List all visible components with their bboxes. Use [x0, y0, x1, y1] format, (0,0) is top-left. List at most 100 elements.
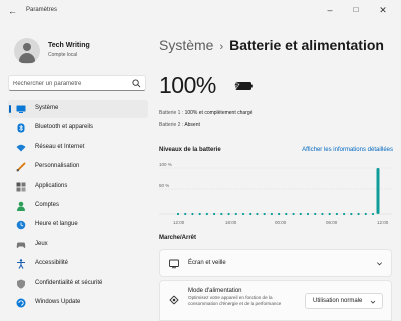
close-button[interactable]: ✕ [375, 3, 391, 17]
back-arrow-icon[interactable]: ← [8, 5, 20, 17]
avatar-head-icon [23, 43, 31, 51]
minimize-button[interactable]: – [322, 3, 338, 17]
search-icon[interactable] [132, 79, 141, 88]
accessibility-icon [17, 259, 25, 269]
chart-dot [335, 212, 338, 216]
battery-2-label: Batterie 2 : [159, 122, 184, 128]
avatar-body-icon [19, 53, 35, 63]
person-icon [17, 201, 25, 211]
sidebar-item-label: Windows Update [35, 298, 81, 305]
globe-clock-icon [16, 221, 26, 230]
chart-dot [328, 212, 331, 216]
bluetooth-icon [17, 123, 25, 133]
sidebar-item-bluetooth[interactable]: Bluetooth et appareils [8, 119, 148, 137]
sidebar-item-confidentialite[interactable]: Confidentialité et sécurité [8, 275, 148, 293]
x-tick-2: 00:00 [275, 220, 287, 225]
chart-dot [249, 212, 252, 216]
active-indicator [9, 105, 11, 113]
chart-dot [357, 212, 360, 216]
breadcrumb-separator: › [219, 41, 224, 53]
battery-2-value: Absent [184, 122, 200, 128]
chart-dot [270, 212, 273, 216]
power-mode-title: Mode d'alimentation [188, 288, 242, 294]
chart-dot [263, 212, 266, 216]
sidebar-item-label: Applications [35, 182, 68, 189]
sidebar-item-label: Heure et langue [35, 221, 78, 228]
chart-dot [314, 212, 317, 216]
sidebar-item-accessibilite[interactable]: Accessibilité [8, 255, 148, 273]
chart-dot [364, 212, 367, 216]
power-mode-select[interactable]: Utilisation normale [305, 293, 383, 309]
profile-name: Tech Writing [48, 42, 90, 49]
sidebar-item-systeme[interactable]: Système [8, 100, 148, 118]
sidebar-item-label: Système [35, 105, 59, 111]
y-tick-100: 100 % [159, 162, 172, 167]
user-profile[interactable]: Tech Writing Compte local [14, 38, 144, 68]
brush-icon [16, 162, 26, 172]
avatar [14, 38, 40, 64]
chart-dot [292, 212, 295, 216]
search-box[interactable] [8, 75, 146, 91]
x-tick-0: 12:00 [173, 220, 185, 225]
maximize-button[interactable]: □ [348, 3, 364, 17]
chart-dot [176, 212, 180, 216]
sidebar-item-label: Personnalisation [35, 163, 80, 170]
chart-dot [306, 212, 310, 216]
apps-icon [16, 182, 26, 192]
chart-dot [285, 212, 288, 216]
x-tick-1: 18:00 [225, 220, 237, 225]
chart-dot [184, 212, 187, 216]
shield-icon [17, 279, 25, 289]
settings-window: ← Paramètres – □ ✕ Tech Writing Compte l… [0, 0, 401, 321]
sidebar-item-personnalisation[interactable]: Personnalisation [8, 158, 148, 176]
monitor-sleep-icon [169, 259, 179, 269]
search-input[interactable] [13, 78, 128, 89]
sidebar-item-label: Réseau et Internet [35, 143, 85, 150]
profile-account-type: Compte local [48, 52, 78, 58]
power-mode-icon [169, 295, 179, 305]
sidebar-item-windows-update[interactable]: Windows Update [8, 294, 148, 312]
chart-dot [191, 212, 194, 216]
sidebar-item-label: Accessibilité [35, 260, 69, 267]
sidebar-item-applications[interactable]: Applications [8, 178, 148, 196]
screen-sleep-label: Écran et veille [188, 260, 226, 266]
chart-dot [241, 212, 245, 216]
sidebar-item-comptes[interactable]: Comptes [8, 197, 148, 215]
chart-dot [198, 212, 201, 216]
sidebar-item-jeux[interactable]: Jeux [8, 236, 148, 254]
battery-2-status: Batterie 2 : Absent [159, 122, 200, 128]
chart-dot [278, 212, 281, 216]
power-section-title: Marche/Arrêt [159, 235, 197, 241]
final-level-bar [376, 168, 380, 214]
battery-level-chart: 100 % 50 % 12:00 18:00 00:00 06:00 12:00 [159, 162, 392, 225]
sidebar-item-reseau[interactable]: Réseau et Internet [8, 139, 148, 157]
chart-dot [321, 212, 324, 216]
sidebar-nav: Système Bluetooth et appareils Réseau et… [8, 100, 148, 313]
detailed-info-link[interactable]: Afficher les informations détaillées [302, 147, 393, 153]
monitor-icon [16, 105, 26, 113]
battery-1-value: 100% et complètement chargé [184, 110, 253, 116]
chart-dot [213, 212, 216, 216]
x-tick-4: 12:00 [377, 220, 389, 225]
window-title: Paramètres [26, 7, 58, 13]
x-tick-3: 06:00 [326, 220, 338, 225]
breadcrumb-parent[interactable]: Système [159, 37, 213, 53]
screen-sleep-card[interactable]: Écran et veille [159, 249, 392, 277]
battery-percentage: 100% [159, 72, 216, 98]
battery-charging-icon [233, 80, 253, 91]
chart-dot [256, 212, 259, 216]
power-mode-description: Optimisez votre appareil en fonction de … [188, 295, 282, 306]
sidebar-item-heure-langue[interactable]: Heure et langue [8, 216, 148, 234]
chart-dot [234, 212, 237, 216]
chart-dot [350, 212, 353, 216]
sidebar-item-label: Comptes [35, 201, 60, 208]
update-icon [16, 298, 26, 308]
power-mode-value: Utilisation normale [313, 298, 363, 304]
battery-1-label: Batterie 1 : [159, 110, 184, 116]
title-bar: ← Paramètres – □ ✕ [0, 0, 401, 22]
battery-levels-title: Niveaux de la batterie [159, 147, 221, 153]
chart-dot [205, 212, 208, 216]
chart-dot [371, 212, 375, 216]
chart-dot [299, 212, 302, 216]
chevron-down-icon[interactable] [376, 260, 383, 267]
